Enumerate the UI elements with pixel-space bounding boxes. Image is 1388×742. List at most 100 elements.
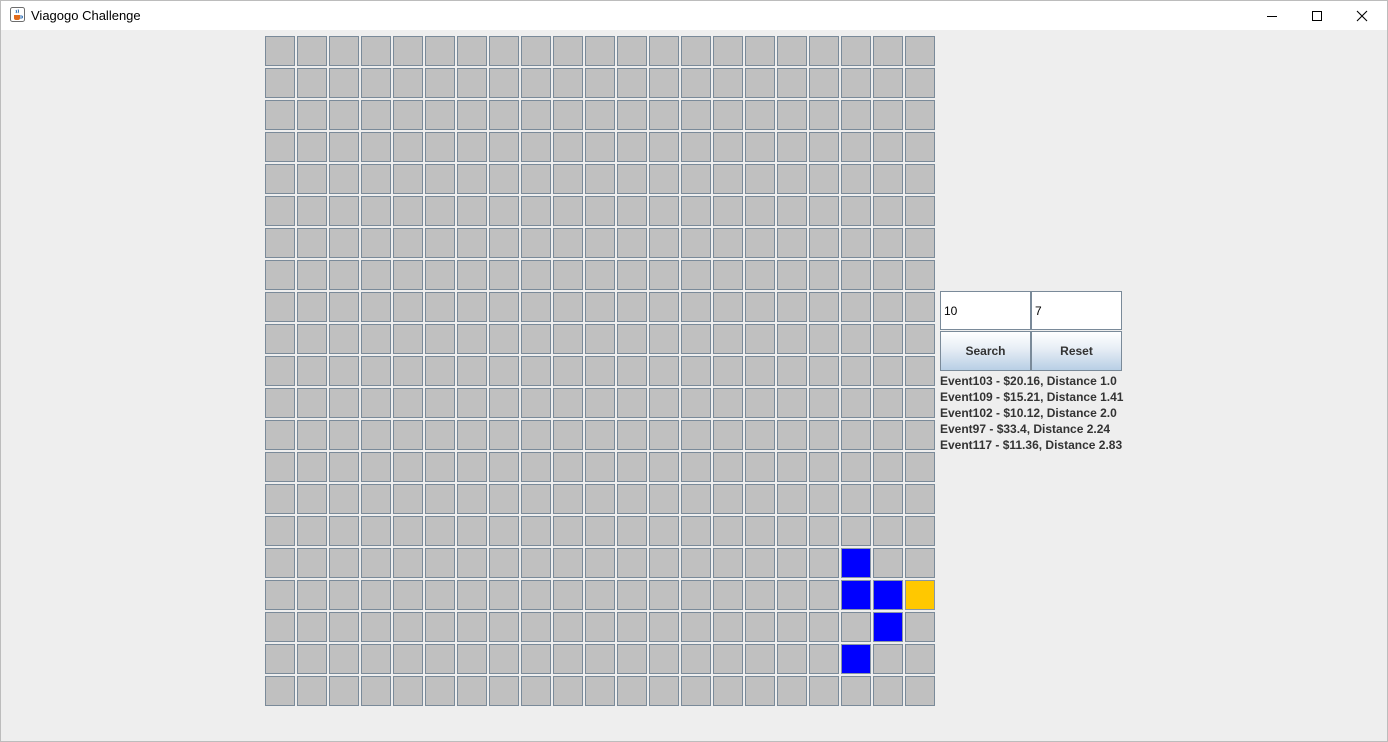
grid-cell[interactable] <box>425 68 455 98</box>
grid-cell[interactable] <box>265 100 295 130</box>
grid-cell[interactable] <box>617 228 647 258</box>
search-button[interactable]: Search <box>940 331 1031 371</box>
grid-cell[interactable] <box>905 612 935 642</box>
grid-cell[interactable] <box>361 100 391 130</box>
grid-cell[interactable] <box>457 548 487 578</box>
grid-cell[interactable] <box>489 388 519 418</box>
grid-cell[interactable] <box>521 644 551 674</box>
grid-cell[interactable] <box>873 36 903 66</box>
grid-cell[interactable] <box>521 196 551 226</box>
grid-cell[interactable] <box>649 612 679 642</box>
grid-cell[interactable] <box>361 420 391 450</box>
grid-cell[interactable] <box>297 260 327 290</box>
grid-cell[interactable] <box>617 164 647 194</box>
grid-cell[interactable] <box>649 420 679 450</box>
grid-cell[interactable] <box>905 324 935 354</box>
grid-cell[interactable] <box>361 452 391 482</box>
grid-cell[interactable] <box>457 292 487 322</box>
grid-cell[interactable] <box>713 164 743 194</box>
grid-cell[interactable] <box>873 644 903 674</box>
event-cell[interactable] <box>841 644 871 674</box>
grid-cell[interactable] <box>585 196 615 226</box>
grid-cell[interactable] <box>329 388 359 418</box>
grid-cell[interactable] <box>777 676 807 706</box>
grid-cell[interactable] <box>361 612 391 642</box>
grid-cell[interactable] <box>745 644 775 674</box>
grid-cell[interactable] <box>393 292 423 322</box>
grid-cell[interactable] <box>585 452 615 482</box>
grid-cell[interactable] <box>745 100 775 130</box>
grid-cell[interactable] <box>713 548 743 578</box>
grid-cell[interactable] <box>521 484 551 514</box>
grid-cell[interactable] <box>585 484 615 514</box>
grid-cell[interactable] <box>489 420 519 450</box>
grid-cell[interactable] <box>265 260 295 290</box>
grid-cell[interactable] <box>777 644 807 674</box>
grid-cell[interactable] <box>489 196 519 226</box>
grid-cell[interactable] <box>329 164 359 194</box>
grid-cell[interactable] <box>617 292 647 322</box>
grid-cell[interactable] <box>489 68 519 98</box>
grid-cell[interactable] <box>873 68 903 98</box>
grid-cell[interactable] <box>681 228 711 258</box>
grid-cell[interactable] <box>425 644 455 674</box>
grid-cell[interactable] <box>585 164 615 194</box>
grid-cell[interactable] <box>457 196 487 226</box>
grid-cell[interactable] <box>905 356 935 386</box>
grid-cell[interactable] <box>585 324 615 354</box>
grid-cell[interactable] <box>329 132 359 162</box>
grid-cell[interactable] <box>297 516 327 546</box>
event-cell[interactable] <box>841 580 871 610</box>
grid-cell[interactable] <box>393 100 423 130</box>
grid-cell[interactable] <box>681 388 711 418</box>
grid-cell[interactable] <box>457 324 487 354</box>
grid-cell[interactable] <box>457 68 487 98</box>
grid-cell[interactable] <box>361 644 391 674</box>
grid-cell[interactable] <box>361 580 391 610</box>
grid-cell[interactable] <box>521 228 551 258</box>
grid-cell[interactable] <box>649 36 679 66</box>
grid-cell[interactable] <box>265 132 295 162</box>
grid-cell[interactable] <box>681 68 711 98</box>
grid-cell[interactable] <box>393 68 423 98</box>
grid-cell[interactable] <box>745 36 775 66</box>
grid-cell[interactable] <box>681 36 711 66</box>
grid-cell[interactable] <box>489 132 519 162</box>
grid-cell[interactable] <box>649 676 679 706</box>
grid-cell[interactable] <box>489 292 519 322</box>
grid-cell[interactable] <box>777 356 807 386</box>
grid-cell[interactable] <box>617 260 647 290</box>
grid-cell[interactable] <box>553 452 583 482</box>
grid-cell[interactable] <box>841 260 871 290</box>
grid-cell[interactable] <box>297 388 327 418</box>
grid-cell[interactable] <box>393 36 423 66</box>
grid-cell[interactable] <box>777 68 807 98</box>
grid-cell[interactable] <box>457 452 487 482</box>
grid-cell[interactable] <box>585 292 615 322</box>
grid-cell[interactable] <box>425 484 455 514</box>
grid-cell[interactable] <box>777 484 807 514</box>
grid-cell[interactable] <box>521 36 551 66</box>
grid-cell[interactable] <box>905 132 935 162</box>
grid-cell[interactable] <box>393 484 423 514</box>
grid-cell[interactable] <box>457 676 487 706</box>
grid-cell[interactable] <box>905 676 935 706</box>
grid-cell[interactable] <box>745 548 775 578</box>
grid-cell[interactable] <box>297 228 327 258</box>
grid-cell[interactable] <box>649 292 679 322</box>
grid-cell[interactable] <box>297 36 327 66</box>
grid-cell[interactable] <box>393 324 423 354</box>
grid-cell[interactable] <box>297 68 327 98</box>
grid-cell[interactable] <box>617 548 647 578</box>
grid-cell[interactable] <box>425 260 455 290</box>
grid-cell[interactable] <box>713 132 743 162</box>
grid-cell[interactable] <box>425 452 455 482</box>
grid-cell[interactable] <box>457 356 487 386</box>
grid-cell[interactable] <box>873 164 903 194</box>
grid-cell[interactable] <box>489 36 519 66</box>
grid-cell[interactable] <box>361 356 391 386</box>
grid-cell[interactable] <box>809 420 839 450</box>
grid-cell[interactable] <box>617 644 647 674</box>
grid-cell[interactable] <box>457 164 487 194</box>
reset-button[interactable]: Reset <box>1031 331 1122 371</box>
